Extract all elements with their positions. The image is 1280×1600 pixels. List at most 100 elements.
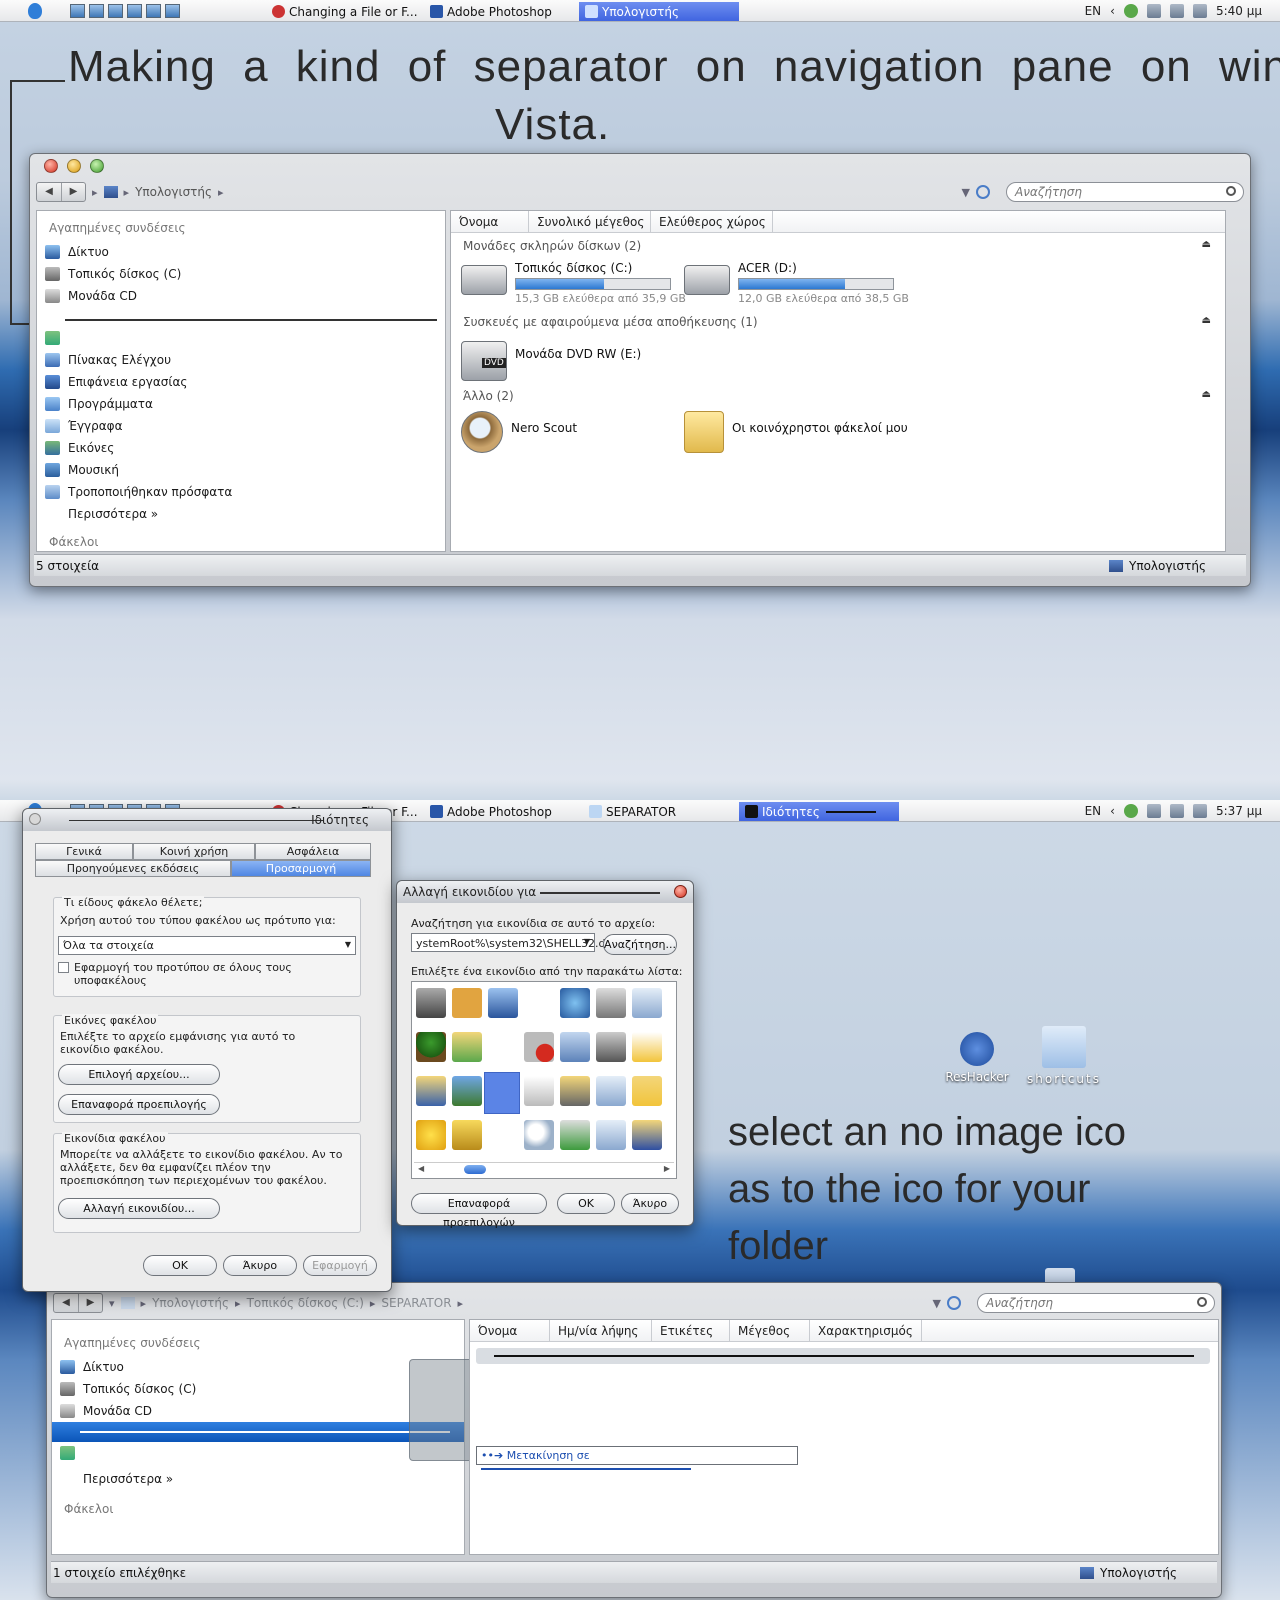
scroll-thumb[interactable] bbox=[464, 1165, 486, 1174]
chevron-left-icon[interactable]: ‹ bbox=[1110, 804, 1115, 818]
window-icon[interactable] bbox=[560, 1032, 590, 1062]
refresh-icon[interactable] bbox=[976, 185, 990, 199]
nav-item-local-disk[interactable]: Τοπικός δίσκος (C) bbox=[45, 267, 181, 281]
forward-icon[interactable]: ▶ bbox=[78, 1294, 102, 1312]
drive-c[interactable]: Τοπικός δίσκος (C:) 15,3 GB ελεύθερα από… bbox=[461, 261, 686, 305]
nav-item-more[interactable]: Περισσότερα » bbox=[83, 1472, 173, 1486]
selected-file-row[interactable] bbox=[476, 1348, 1210, 1364]
tab-security[interactable]: Ασφάλεια bbox=[255, 843, 371, 860]
nav-item-cd[interactable]: Μονάδα CD bbox=[45, 289, 137, 303]
restore-defaults-button[interactable]: Επαναφορά προεπιλογών bbox=[411, 1193, 547, 1229]
column-free-space[interactable]: Ελεύθερος χώρος bbox=[651, 211, 773, 232]
browse-button[interactable]: Αναζήτηση... bbox=[603, 934, 677, 955]
column-name[interactable]: Όνομα bbox=[451, 211, 529, 232]
quicklaunch-icon[interactable] bbox=[127, 4, 142, 18]
folder-up-icon[interactable] bbox=[452, 1032, 482, 1062]
collapse-icon[interactable]: ⏏ bbox=[1202, 239, 1211, 250]
icon-file-path-input[interactable]: ystemRoot%\system32\SHELL32.dll bbox=[411, 933, 612, 952]
selected-separator-row[interactable] bbox=[52, 1422, 464, 1442]
nav-item-pictures[interactable]: Εικόνες bbox=[45, 441, 114, 455]
collapse-icon[interactable]: ⏏ bbox=[1202, 389, 1211, 400]
scroll-right-icon[interactable]: ▶ bbox=[664, 1164, 670, 1173]
printer-network-icon[interactable] bbox=[596, 1032, 626, 1062]
tab-previous-versions[interactable]: Προηγούμενες εκδόσεις bbox=[35, 860, 231, 877]
task-photoshop[interactable]: Adobe Photoshop bbox=[424, 802, 558, 821]
volume-icon[interactable] bbox=[1192, 804, 1207, 818]
nav-item-documents[interactable]: Έγγραφα bbox=[45, 419, 123, 433]
pages-icon[interactable] bbox=[524, 1076, 554, 1106]
drive-d[interactable]: ACER (D:) 12,0 GB ελεύθερα από 38,5 GB bbox=[684, 261, 909, 305]
clock[interactable]: 5:40 μμ bbox=[1216, 4, 1262, 18]
item-shared-folders[interactable]: Οι κοινόχρηστοι φάκελοί μου bbox=[684, 407, 908, 453]
group-other[interactable]: Άλλο (2) bbox=[463, 389, 514, 403]
search-icon[interactable] bbox=[1197, 1297, 1207, 1307]
nav-item-local-disk[interactable]: Τοπικός δίσκος (C) bbox=[60, 1382, 196, 1396]
drive-error-icon[interactable] bbox=[524, 1032, 554, 1062]
group-removable[interactable]: Συσκευές με αφαιρούμενα μέσα αποθήκευσης… bbox=[463, 315, 758, 329]
breadcrumb[interactable]: ▾ ▸ Υπολογιστής ▸ Τοπικός δίσκος (C:) ▸ … bbox=[109, 1296, 463, 1310]
column-tags[interactable]: Ετικέτες bbox=[652, 1320, 730, 1341]
apply-subfolders-checkbox[interactable] bbox=[58, 962, 69, 973]
column-rating[interactable]: Χαρακτηρισμός bbox=[810, 1320, 922, 1341]
separator-line[interactable] bbox=[65, 319, 437, 321]
folders-label[interactable]: Φάκελοι bbox=[64, 1502, 113, 1516]
dropdown-icon[interactable]: ▼ bbox=[962, 186, 970, 199]
ok-button[interactable]: OK bbox=[557, 1193, 615, 1214]
back-icon[interactable]: ◀ bbox=[37, 183, 61, 201]
star-icon[interactable] bbox=[416, 1120, 446, 1150]
restore-default-button[interactable]: Επαναφορά προεπιλογής bbox=[58, 1094, 220, 1115]
task-separator-folder[interactable]: SEPARATOR bbox=[583, 802, 682, 821]
folder-printer-icon[interactable] bbox=[560, 1076, 590, 1106]
network-icon[interactable] bbox=[1169, 804, 1184, 818]
language-indicator[interactable]: EN bbox=[1085, 4, 1102, 18]
chevron-left-icon[interactable]: ‹ bbox=[1110, 4, 1115, 18]
warning-icon[interactable] bbox=[632, 1032, 662, 1062]
task-properties[interactable]: Ιδιότητες bbox=[739, 802, 899, 821]
close-icon[interactable] bbox=[674, 885, 687, 898]
selected-blank-icon[interactable] bbox=[484, 1072, 520, 1114]
icon-list[interactable]: ◀ ▶ bbox=[411, 981, 677, 1179]
search-input[interactable]: Αναζήτηση bbox=[977, 1293, 1215, 1313]
tree-icon[interactable] bbox=[416, 1032, 446, 1062]
nav-item-control-panel[interactable]: Πίνακας Ελέγχου bbox=[45, 353, 171, 367]
breadcrumb[interactable]: ▸ ▸ Υπολογιστής ▸ bbox=[92, 185, 224, 199]
recycle-bin-icon[interactable] bbox=[632, 988, 662, 1018]
scroll-left-icon[interactable]: ◀ bbox=[418, 1164, 424, 1173]
search-icon[interactable] bbox=[524, 1120, 554, 1150]
group-hard-disks[interactable]: Μονάδες σκληρών δίσκων (2) bbox=[463, 239, 641, 253]
apple-icon[interactable] bbox=[28, 3, 42, 19]
task-photoshop[interactable]: Adobe Photoshop bbox=[424, 2, 558, 21]
change-icon-button[interactable]: Αλλαγή εικονιδίου... bbox=[58, 1198, 220, 1219]
forward-icon[interactable]: ▶ bbox=[61, 183, 85, 201]
key-icon[interactable] bbox=[452, 988, 482, 1018]
nav-item-more[interactable]: Περισσότερα » bbox=[68, 507, 158, 521]
folder-network-icon[interactable] bbox=[632, 1120, 662, 1150]
nav-item-cd[interactable]: Μονάδα CD bbox=[60, 1404, 152, 1418]
quicklaunch-icon[interactable] bbox=[89, 4, 104, 18]
nav-item-recent[interactable]: Τροποποιήθηκαν πρόσφατα bbox=[45, 485, 232, 499]
nav-item-network[interactable]: Δίκτυο bbox=[60, 1360, 124, 1374]
refresh-icon[interactable] bbox=[947, 1296, 961, 1310]
messenger-icon[interactable] bbox=[1123, 804, 1138, 818]
template-select[interactable]: Όλα τα στοιχεία bbox=[58, 936, 356, 955]
messenger-icon[interactable] bbox=[1123, 4, 1138, 18]
breadcrumb-item[interactable]: Υπολογιστής bbox=[152, 1296, 229, 1310]
collapse-icon[interactable]: ⏏ bbox=[1202, 315, 1211, 326]
folders-label[interactable]: Φάκελοι bbox=[49, 535, 98, 549]
cancel-button[interactable]: Άκυρο bbox=[223, 1255, 297, 1276]
tray-icon[interactable] bbox=[1146, 804, 1161, 818]
desktop-icon-reshacker[interactable]: ResHacker bbox=[944, 1032, 1010, 1084]
horizontal-scrollbar[interactable]: ◀ ▶ bbox=[414, 1162, 674, 1176]
globe-icon[interactable] bbox=[560, 988, 590, 1018]
nav-item-network[interactable]: Δίκτυο bbox=[45, 245, 109, 259]
column-size[interactable]: Μέγεθος bbox=[730, 1320, 810, 1341]
folder-warning-icon[interactable] bbox=[632, 1076, 662, 1106]
nav-item-blank-separator[interactable] bbox=[45, 331, 60, 345]
search-input[interactable]: Αναζήτηση bbox=[1006, 182, 1244, 202]
quicklaunch-icon[interactable] bbox=[146, 4, 161, 18]
recycle-bin-full-icon[interactable] bbox=[596, 1076, 626, 1106]
tab-customize[interactable]: Προσαρμογή bbox=[231, 860, 371, 877]
column-date[interactable]: Ημ/νία λήψης bbox=[550, 1320, 652, 1341]
search-icon[interactable] bbox=[1226, 186, 1236, 196]
breadcrumb-item[interactable]: Υπολογιστής bbox=[135, 185, 212, 199]
